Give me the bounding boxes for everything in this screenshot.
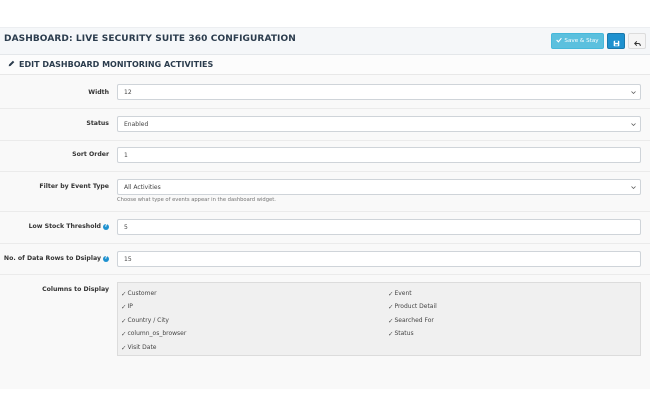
data-rows-label: No. of Data Rows to Dsiplay ? bbox=[3, 255, 109, 262]
chevron-down-icon bbox=[631, 122, 636, 129]
column-option-searched-for[interactable]: ✓ Searched For bbox=[388, 317, 434, 324]
save-and-stay-button[interactable]: Save & Stay bbox=[551, 33, 604, 49]
divider bbox=[0, 211, 650, 212]
width-label: Width bbox=[88, 89, 109, 96]
divider bbox=[0, 243, 650, 244]
chevron-down-icon bbox=[631, 185, 636, 192]
checkmark-icon: ✓ bbox=[121, 302, 127, 311]
floppy-disk-icon bbox=[613, 32, 620, 51]
divider bbox=[0, 171, 650, 172]
checkmark-icon: ✓ bbox=[388, 316, 394, 325]
panel-title-text: EDIT DASHBOARD MONITORING ACTIVITIES bbox=[19, 60, 214, 69]
checkmark-icon: ✓ bbox=[121, 289, 127, 298]
columns-checklist: ✓ Customer ✓ IP ✓ Country / City ✓ column_os… bbox=[117, 282, 641, 356]
filter-event-type-select[interactable]: All Activities bbox=[117, 179, 641, 195]
data-rows-value: 15 bbox=[124, 255, 132, 263]
filter-help-text: Choose what type of events appear in the… bbox=[117, 197, 276, 203]
low-stock-threshold-input[interactable]: 5 bbox=[117, 219, 641, 235]
reply-arrow-icon bbox=[633, 32, 641, 51]
column-option-visit-date[interactable]: ✓ Visit Date bbox=[121, 344, 157, 351]
columns-to-display-label: Columns to Display bbox=[42, 286, 109, 293]
divider bbox=[0, 140, 650, 141]
divider bbox=[0, 274, 650, 275]
checkmark-icon: ✓ bbox=[388, 302, 394, 311]
checkmark-icon: ✓ bbox=[388, 289, 394, 298]
column-option-country-city[interactable]: ✓ Country / City bbox=[121, 317, 169, 324]
sort-order-value: 1 bbox=[124, 151, 128, 159]
help-icon[interactable]: ? bbox=[103, 223, 109, 230]
width-select[interactable]: 12 bbox=[117, 84, 641, 100]
column-option-ip[interactable]: ✓ IP bbox=[121, 303, 133, 310]
sort-order-input[interactable]: 1 bbox=[117, 147, 641, 163]
help-icon[interactable]: ? bbox=[103, 255, 109, 262]
status-select[interactable]: Enabled bbox=[117, 116, 641, 132]
status-label: Status bbox=[86, 120, 109, 127]
save-button[interactable] bbox=[607, 33, 625, 49]
save-and-stay-label: Save & Stay bbox=[564, 38, 599, 44]
divider bbox=[0, 108, 650, 109]
width-value: 12 bbox=[124, 88, 132, 96]
panel-title: EDIT DASHBOARD MONITORING ACTIVITIES bbox=[8, 60, 213, 69]
page-header: DASHBOARD: LIVE SECURITY SUITE 360 CONFI… bbox=[0, 27, 650, 55]
status-value: Enabled bbox=[124, 120, 149, 128]
checkmark-icon: ✓ bbox=[388, 329, 394, 338]
data-rows-input[interactable]: 15 bbox=[117, 251, 641, 267]
filter-event-type-label: Filter by Event Type bbox=[39, 183, 109, 190]
low-stock-threshold-value: 5 bbox=[124, 223, 128, 231]
checkmark-icon: ✓ bbox=[121, 329, 127, 338]
low-stock-threshold-label: Low Stock Threshold ? bbox=[28, 223, 109, 230]
checkmark-icon: ✓ bbox=[121, 316, 127, 325]
panel-heading: EDIT DASHBOARD MONITORING ACTIVITIES bbox=[0, 55, 650, 75]
column-option-status[interactable]: ✓ Status bbox=[388, 330, 414, 337]
filter-event-type-value: All Activities bbox=[124, 183, 161, 191]
check-icon bbox=[556, 37, 563, 45]
column-option-os-browser[interactable]: ✓ column_os_browser bbox=[121, 330, 186, 337]
column-option-customer[interactable]: ✓ Customer bbox=[121, 290, 157, 297]
page-title: DASHBOARD: LIVE SECURITY SUITE 360 CONFI… bbox=[4, 34, 296, 44]
back-button[interactable] bbox=[628, 33, 646, 49]
pencil-icon bbox=[8, 60, 15, 69]
form-body: Width 12 Status Enabled Sort Order 1 Fil… bbox=[0, 75, 650, 389]
chevron-down-icon bbox=[631, 90, 636, 97]
column-option-event[interactable]: ✓ Event bbox=[388, 290, 412, 297]
checkmark-icon: ✓ bbox=[121, 343, 127, 352]
edit-panel: EDIT DASHBOARD MONITORING ACTIVITIES Wid… bbox=[0, 55, 650, 389]
column-option-product-detail[interactable]: ✓ Product Detail bbox=[388, 303, 437, 310]
sort-order-label: Sort Order bbox=[72, 151, 109, 158]
